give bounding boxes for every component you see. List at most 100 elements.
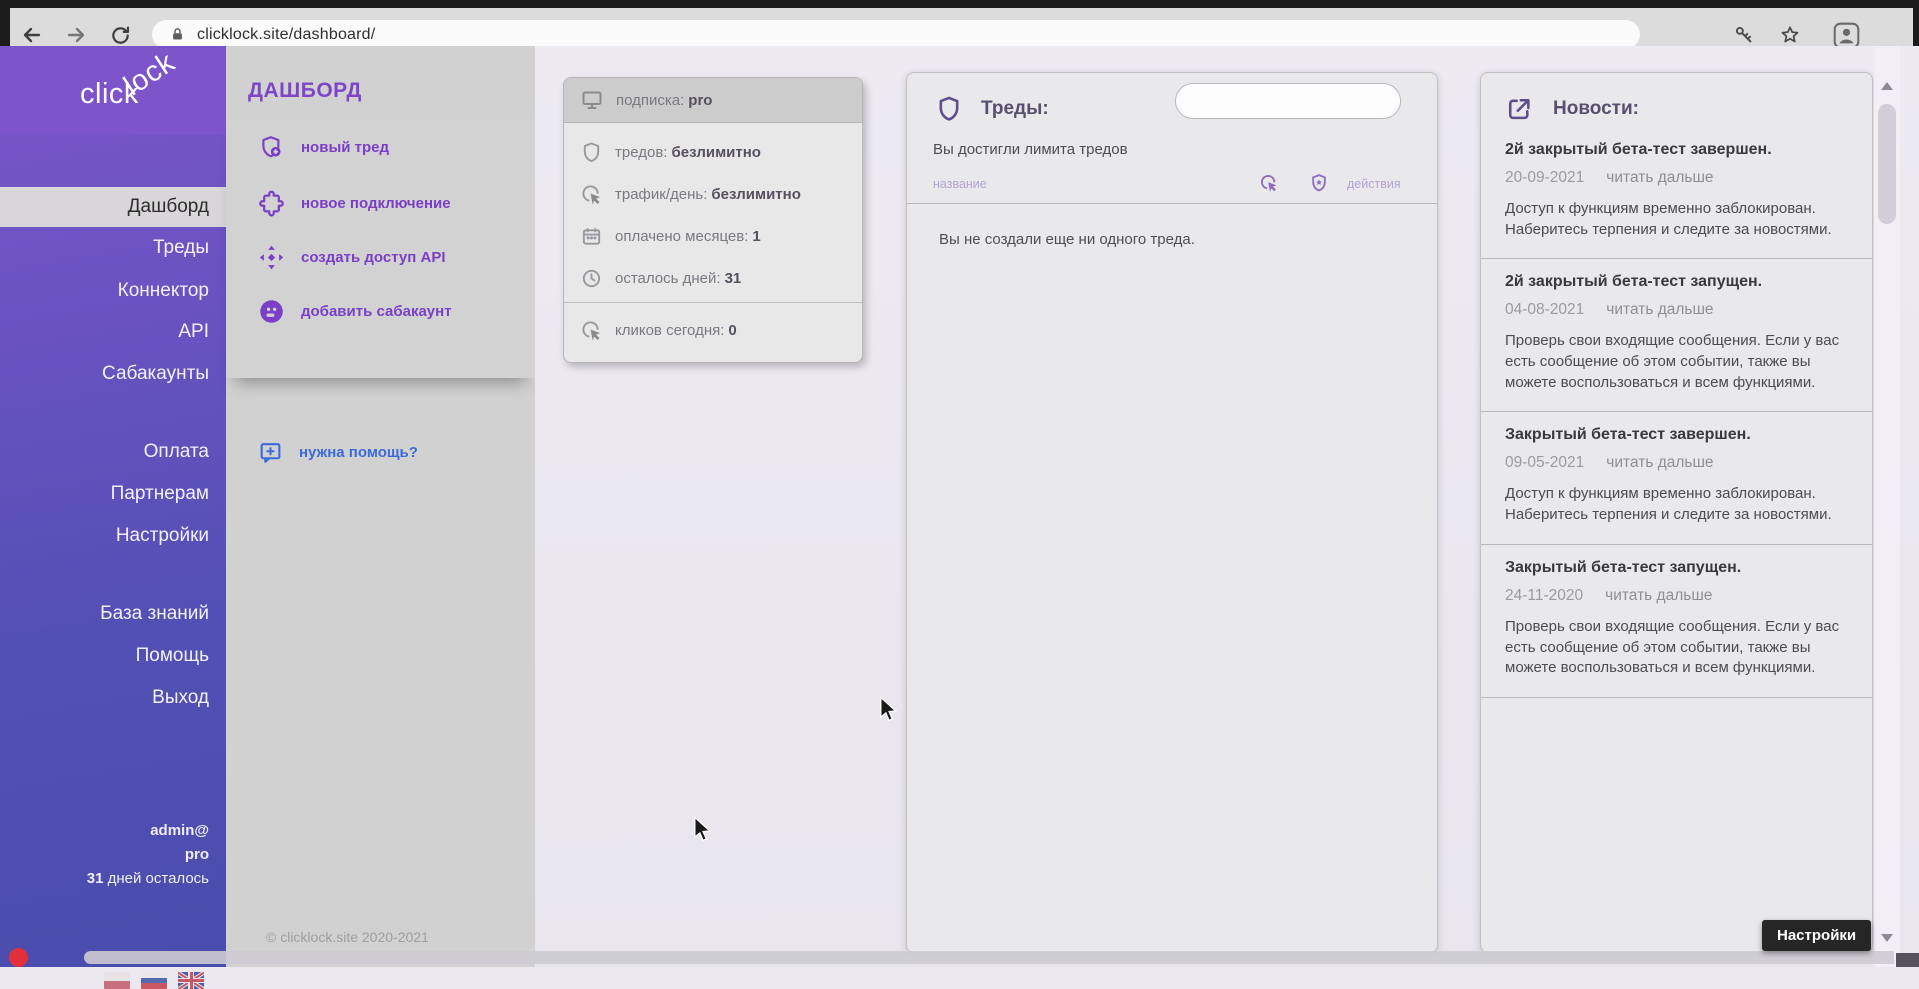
- read-more-link[interactable]: читать дальше: [1606, 454, 1713, 472]
- sidebar-item-help[interactable]: Помощь: [0, 636, 226, 676]
- copyright-footer: © clicklock.site 2020-2021: [266, 929, 429, 945]
- video-progress-bar[interactable]: [84, 951, 1894, 964]
- padlock-icon: [170, 26, 185, 43]
- account-email: admin@: [0, 822, 226, 839]
- action-label: новое подключение: [301, 195, 451, 212]
- sidebar-item-dashboard[interactable]: Дашборд: [0, 187, 226, 227]
- news-item: 2й закрытый бета-тест завершен. 20-09-20…: [1481, 127, 1872, 259]
- forward-button[interactable]: [62, 21, 90, 49]
- create-api-access-button[interactable]: создать доступ API: [258, 244, 446, 271]
- shield-column-button[interactable]: [1309, 173, 1329, 198]
- search-input[interactable]: [1176, 93, 1397, 110]
- new-connection-button[interactable]: новое подключение: [258, 190, 451, 217]
- news-header: Новости:: [1481, 73, 1872, 127]
- window-top-edge: [0, 0, 1919, 8]
- password-key-button[interactable]: [1730, 21, 1758, 49]
- clicks-column-button[interactable]: [1259, 173, 1279, 198]
- sidebar-item-knowledge-base[interactable]: База знаний: [0, 594, 226, 634]
- puzzle-icon: [258, 190, 285, 217]
- star-icon: [1779, 24, 1801, 46]
- threads-panel: Треды: Вы достигли лимита тредов названи…: [906, 72, 1438, 953]
- click-icon: [1259, 173, 1279, 193]
- news-item-title: 2й закрытый бета-тест завершен.: [1505, 141, 1846, 159]
- shield-icon: [935, 95, 963, 123]
- page: clicklock.site/dashboard/ clicklock Дашб…: [0, 0, 1919, 967]
- news-item: Закрытый бета-тест запущен. 24-11-2020 чи…: [1481, 545, 1872, 698]
- reload-button[interactable]: [106, 21, 134, 49]
- subscription-header-row: подписка:pro: [564, 78, 862, 123]
- shield-star-icon: [1309, 173, 1329, 193]
- read-more-link[interactable]: читать дальше: [1605, 587, 1712, 605]
- flag-russia-icon[interactable]: [141, 972, 167, 989]
- support-person-icon: [258, 298, 285, 325]
- bookmark-star-button[interactable]: [1776, 21, 1804, 49]
- news-item-body: Проверь свои входящие сообщения. Если у …: [1505, 617, 1846, 679]
- flag-uk-icon[interactable]: [178, 972, 204, 989]
- reload-icon: [109, 24, 132, 47]
- action-label: создать доступ API: [301, 249, 446, 266]
- subscription-row-days-left: осталось дней:31: [564, 257, 862, 299]
- mouse-cursor: [878, 696, 900, 727]
- sidebar-item-threads[interactable]: Треды: [0, 228, 226, 268]
- news-item-title: Закрытый бета-тест завершен.: [1505, 426, 1846, 444]
- clicklock-logo: clicklock: [80, 78, 192, 111]
- clock-icon: [580, 267, 603, 290]
- help-label: нужна помощь?: [299, 444, 418, 461]
- threads-title: Треды:: [981, 98, 1049, 120]
- sidebar-item-connector[interactable]: Коннектор: [0, 271, 226, 311]
- news-item-title: Закрытый бета-тест запущен.: [1505, 559, 1846, 577]
- action-label: добавить сабакаунт: [301, 303, 452, 320]
- back-icon: [20, 23, 44, 47]
- window-right-edge: [1913, 0, 1919, 46]
- browser-toolbar: clicklock.site/dashboard/: [0, 8, 1919, 46]
- bottom-right-corner: [1896, 953, 1919, 967]
- threads-search: [1175, 83, 1401, 119]
- sidebar-item-logout[interactable]: Выход: [0, 678, 226, 718]
- profile-avatar-button[interactable]: [1832, 21, 1860, 49]
- dashboard-menu-column: ДАШБОРД новый тред новое подключение соз…: [226, 46, 535, 967]
- sidebar-item-settings[interactable]: Настройки: [0, 516, 226, 556]
- threads-empty-message: Вы не создали еще ни одного треда.: [939, 231, 1195, 248]
- shield-plus-icon: [258, 134, 285, 161]
- back-button[interactable]: [18, 21, 46, 49]
- sidebar-item-payment[interactable]: Оплата: [0, 432, 226, 472]
- threads-columns-row: название действия: [907, 173, 1437, 199]
- news-item-body: Доступ к функциям временно заблокирован.…: [1505, 484, 1846, 525]
- need-help-link[interactable]: нужна помощь?: [258, 440, 418, 465]
- news-item-body: Доступ к функциям временно заблокирован.…: [1505, 199, 1846, 240]
- scrollbar-thumb[interactable]: [1878, 104, 1896, 224]
- page-title: ДАШБОРД: [248, 79, 362, 103]
- subscription-row-threads: тредов:безлимитно: [564, 131, 862, 173]
- news-item-body: Проверь свои входящие сообщения. Если у …: [1505, 331, 1846, 393]
- read-more-link[interactable]: читать дальше: [1606, 301, 1713, 319]
- url-bar[interactable]: clicklock.site/dashboard/: [152, 20, 1640, 49]
- sidebar-item-subaccounts[interactable]: Сабакаунты: [0, 354, 226, 394]
- news-item-date: 24-11-2020: [1505, 587, 1583, 605]
- column-name[interactable]: название: [933, 177, 987, 191]
- threads-header: Треды:: [935, 95, 1049, 123]
- language-switcher: [104, 972, 204, 989]
- subscription-value: pro: [688, 92, 712, 109]
- click-icon: [580, 319, 603, 342]
- logo-block[interactable]: clicklock: [0, 46, 226, 135]
- column-actions[interactable]: действия: [1347, 177, 1401, 191]
- news-item: Закрытый бета-тест завершен. 09-05-2021 ч…: [1481, 412, 1872, 544]
- window-left-edge: [0, 0, 10, 46]
- mouse-cursor: [692, 816, 714, 847]
- new-thread-button[interactable]: новый тред: [258, 134, 389, 161]
- page-scrollbar[interactable]: [1874, 46, 1900, 967]
- flag-poland-icon[interactable]: [104, 972, 130, 989]
- subscription-row-months: оплачено месяцев:1: [564, 215, 862, 257]
- settings-tooltip: Настройки: [1762, 920, 1871, 951]
- scroll-down-icon[interactable]: [1881, 934, 1893, 942]
- scroll-up-icon[interactable]: [1881, 82, 1893, 90]
- add-subaccount-button[interactable]: добавить сабакаунт: [258, 298, 452, 325]
- video-progress-dot[interactable]: [9, 948, 28, 967]
- limit-notice: Вы достигли лимита тредов: [933, 141, 1128, 158]
- news-item-date: 09-05-2021: [1505, 454, 1584, 472]
- read-more-link[interactable]: читать дальше: [1606, 169, 1713, 187]
- subscription-row-clicks-today: кликов сегодня:0: [564, 303, 862, 357]
- sidebar-item-partners[interactable]: Партнерам: [0, 474, 226, 514]
- sidebar-item-api[interactable]: API: [0, 312, 226, 352]
- chat-plus-icon: [258, 440, 283, 465]
